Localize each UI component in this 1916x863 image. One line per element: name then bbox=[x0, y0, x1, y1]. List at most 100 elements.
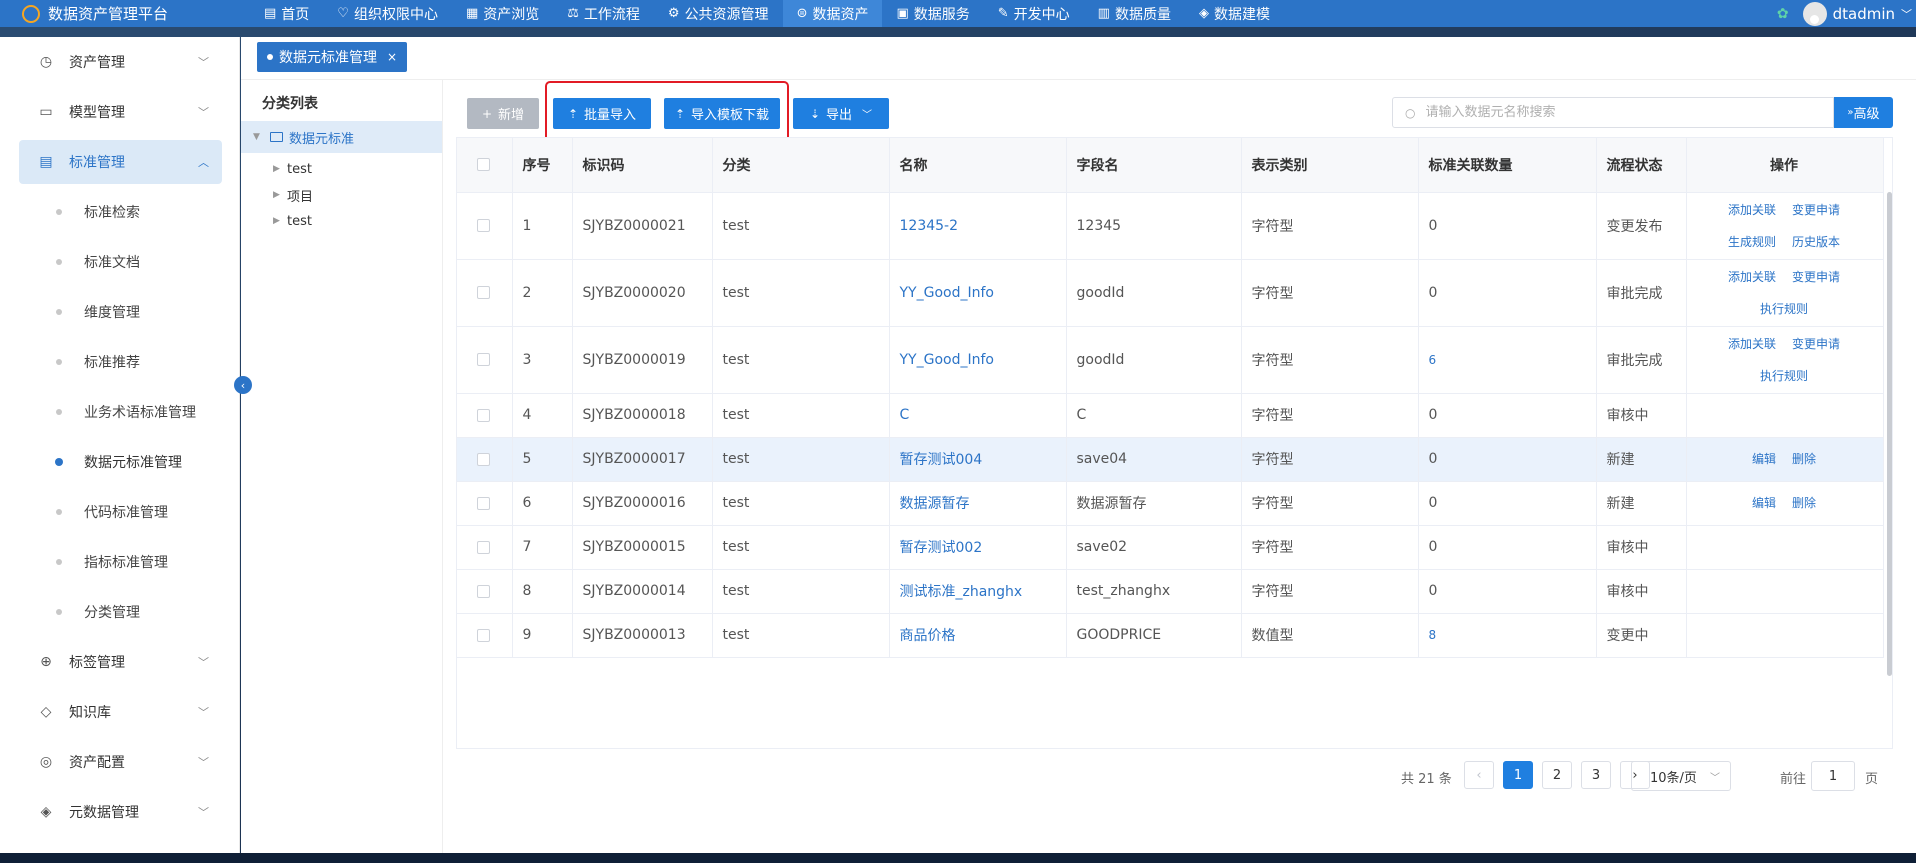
op-link[interactable]: 编辑 bbox=[1752, 443, 1776, 475]
search-box[interactable]: ○ bbox=[1392, 97, 1834, 128]
page-button-1[interactable]: 1 bbox=[1503, 761, 1533, 789]
row-checkbox-cell[interactable] bbox=[457, 613, 513, 658]
search-input[interactable] bbox=[1423, 104, 1808, 121]
row-checkbox[interactable] bbox=[477, 452, 491, 466]
nav-item-6[interactable]: ▣ 数据服务 bbox=[882, 0, 983, 27]
name-link[interactable]: 暂存测试002 bbox=[900, 540, 983, 556]
op-link[interactable]: 历史版本 bbox=[1792, 226, 1840, 258]
add-button[interactable]: + 新增 bbox=[467, 98, 539, 129]
row-checkbox[interactable] bbox=[477, 496, 491, 510]
caret-right-icon[interactable]: ▶ bbox=[273, 190, 280, 200]
nav-item-1[interactable]: ♡ 组织权限中心 bbox=[323, 0, 452, 27]
sidebar-subitem[interactable]: 业务术语标准管理 bbox=[0, 387, 239, 437]
table-row[interactable]: 3 SJYBZ0000019 test YY_Good_Info goodId 字符型 6 审… bbox=[457, 326, 1884, 394]
op-link[interactable]: 执行规则 bbox=[1760, 293, 1808, 325]
nav-item-9[interactable]: ◈ 数据建模 bbox=[1185, 0, 1284, 27]
table-scrollbar[interactable] bbox=[1887, 192, 1892, 676]
tab-data-element-standard[interactable]: 数据元标准管理 × bbox=[257, 42, 408, 72]
link-count[interactable]: 6 bbox=[1429, 353, 1437, 367]
template-download-button[interactable]: ⇡ 导入模板下载 bbox=[664, 98, 780, 129]
row-checkbox-cell[interactable] bbox=[457, 569, 513, 614]
name-link[interactable]: 测试标准_zhanghx bbox=[900, 584, 1023, 600]
assistant-icon[interactable]: ✿ bbox=[1777, 6, 1789, 22]
row-checkbox[interactable] bbox=[477, 540, 491, 554]
table-row[interactable]: 4 SJYBZ0000018 test C C 字符型 0 审核中 bbox=[457, 393, 1884, 438]
row-checkbox[interactable] bbox=[477, 286, 491, 299]
goto-page-input[interactable] bbox=[1811, 761, 1855, 791]
sidebar-subitem[interactable]: 标准检索 bbox=[0, 187, 239, 237]
op-link[interactable]: 生成规则 bbox=[1728, 226, 1776, 258]
avatar[interactable] bbox=[1802, 1, 1827, 26]
username[interactable]: dtadmin bbox=[1833, 5, 1895, 23]
row-checkbox-cell[interactable] bbox=[457, 192, 513, 260]
name-link[interactable]: 数据源暂存 bbox=[900, 496, 970, 512]
caret-right-icon[interactable]: ▶ bbox=[273, 164, 280, 174]
sidebar-item[interactable]: ◇ 知识库 ﹀ bbox=[0, 687, 239, 737]
op-link[interactable]: 删除 bbox=[1792, 487, 1816, 519]
row-checkbox[interactable] bbox=[477, 408, 491, 422]
name-link[interactable]: 12345-2 bbox=[900, 218, 959, 234]
sidebar-subitem[interactable]: 代码标准管理 bbox=[0, 487, 239, 537]
row-checkbox-cell[interactable] bbox=[457, 481, 513, 526]
link-count[interactable]: 8 bbox=[1429, 628, 1437, 642]
row-checkbox-cell[interactable] bbox=[457, 525, 513, 570]
page-size-select[interactable]: 10条/页 ﹀ bbox=[1631, 761, 1731, 791]
chevron-down-icon[interactable]: ﹀ bbox=[1901, 6, 1912, 22]
nav-item-3[interactable]: ⚖ 工作流程 bbox=[553, 0, 654, 27]
close-icon[interactable]: × bbox=[387, 50, 397, 64]
row-checkbox[interactable] bbox=[477, 219, 491, 232]
tree-node-child[interactable]: ▶ test bbox=[241, 205, 442, 237]
table-row[interactable]: 1 SJYBZ0000021 test 12345-2 12345 字符型 0 变更发布 添加关… bbox=[457, 192, 1884, 260]
sidebar-item[interactable]: ◎ 资产配置 ﹀ bbox=[0, 737, 239, 787]
sidebar-subitem[interactable]: 标准文档 bbox=[0, 237, 239, 287]
sidebar-item[interactable]: ◷ 资产管理 ﹀ bbox=[0, 37, 239, 87]
sidebar-item[interactable]: ▭ 模型管理 ﹀ bbox=[0, 87, 239, 137]
collapse-sidebar-button[interactable]: ‹ bbox=[234, 376, 252, 394]
prev-page-button[interactable]: ‹ bbox=[1464, 761, 1494, 789]
sidebar-item[interactable]: ⊕ 标签管理 ﹀ bbox=[0, 637, 239, 687]
brand[interactable]: 数据资产管理平台 bbox=[0, 3, 250, 24]
op-link[interactable]: 删除 bbox=[1792, 443, 1816, 475]
select-all-checkbox-cell[interactable] bbox=[457, 138, 513, 193]
page-button-2[interactable]: 2 bbox=[1542, 761, 1572, 789]
table-row[interactable]: 6 SJYBZ0000016 test 数据源暂存 数据源暂存 字符型 0 新建 编辑 删除 bbox=[457, 481, 1884, 526]
table-row[interactable]: 2 SJYBZ0000020 test YY_Good_Info goodId 字符型 0 审… bbox=[457, 259, 1884, 327]
table-row[interactable]: 7 SJYBZ0000015 test 暂存测试002 save02 字符型 0 审核中 bbox=[457, 525, 1884, 570]
sidebar-item[interactable]: ◈ 元数据管理 ﹀ bbox=[0, 787, 239, 837]
sidebar-subitem[interactable]: 数据元标准管理 bbox=[0, 437, 239, 487]
sidebar-subitem[interactable]: 指标标准管理 bbox=[0, 537, 239, 587]
op-link[interactable]: 编辑 bbox=[1752, 487, 1776, 519]
nav-item-5[interactable]: ⊜ 数据资产 bbox=[782, 0, 883, 27]
row-checkbox[interactable] bbox=[477, 628, 491, 642]
op-link[interactable]: 执行规则 bbox=[1760, 360, 1808, 392]
tree-node-root[interactable]: ▼ 数据元标准 bbox=[241, 121, 442, 153]
row-checkbox-cell[interactable] bbox=[457, 326, 513, 394]
nav-item-4[interactable]: ⚙ 公共资源管理 bbox=[654, 0, 783, 27]
op-link[interactable]: 变更申请 bbox=[1792, 328, 1840, 360]
name-link[interactable]: 暂存测试004 bbox=[900, 452, 983, 468]
advanced-search-button[interactable]: » 高级 bbox=[1834, 97, 1893, 128]
user-area[interactable]: ✿ dtadmin ﹀ bbox=[1777, 0, 1916, 27]
row-checkbox-cell[interactable] bbox=[457, 259, 513, 327]
table-row[interactable]: 8 SJYBZ0000014 test 测试标准_zhanghx test_zhangh… bbox=[457, 569, 1884, 614]
caret-down-icon[interactable]: ▼ bbox=[253, 132, 260, 142]
sidebar-subitem[interactable]: 维度管理 bbox=[0, 287, 239, 337]
caret-right-icon[interactable]: ▶ bbox=[273, 216, 280, 226]
batch-import-button[interactable]: ⇡ 批量导入 bbox=[553, 98, 651, 129]
op-link[interactable]: 变更申请 bbox=[1792, 261, 1840, 293]
sidebar-subitem[interactable]: 分类管理 bbox=[0, 587, 239, 637]
nav-item-0[interactable]: ▤ 首页 bbox=[250, 0, 323, 27]
nav-item-2[interactable]: ▦ 资产浏览 bbox=[452, 0, 553, 27]
name-link[interactable]: 商品价格 bbox=[900, 628, 956, 644]
op-link[interactable]: 添加关联 bbox=[1728, 194, 1776, 226]
page-button-3[interactable]: 3 bbox=[1581, 761, 1611, 789]
name-link[interactable]: YY_Good_Info bbox=[900, 285, 994, 301]
table-row[interactable]: 9 SJYBZ0000013 test 商品价格 GOODPRICE 数值型 8 变更中 bbox=[457, 613, 1884, 658]
row-checkbox[interactable] bbox=[477, 353, 491, 366]
select-all-checkbox[interactable] bbox=[477, 158, 491, 172]
name-link[interactable]: YY_Good_Info bbox=[900, 352, 994, 368]
op-link[interactable]: 变更申请 bbox=[1792, 194, 1840, 226]
sidebar-item[interactable]: ▤ 标准管理 ︿ bbox=[19, 140, 222, 184]
nav-item-7[interactable]: ✎ 开发中心 bbox=[984, 0, 1084, 27]
nav-item-8[interactable]: ▥ 数据质量 bbox=[1084, 0, 1185, 27]
